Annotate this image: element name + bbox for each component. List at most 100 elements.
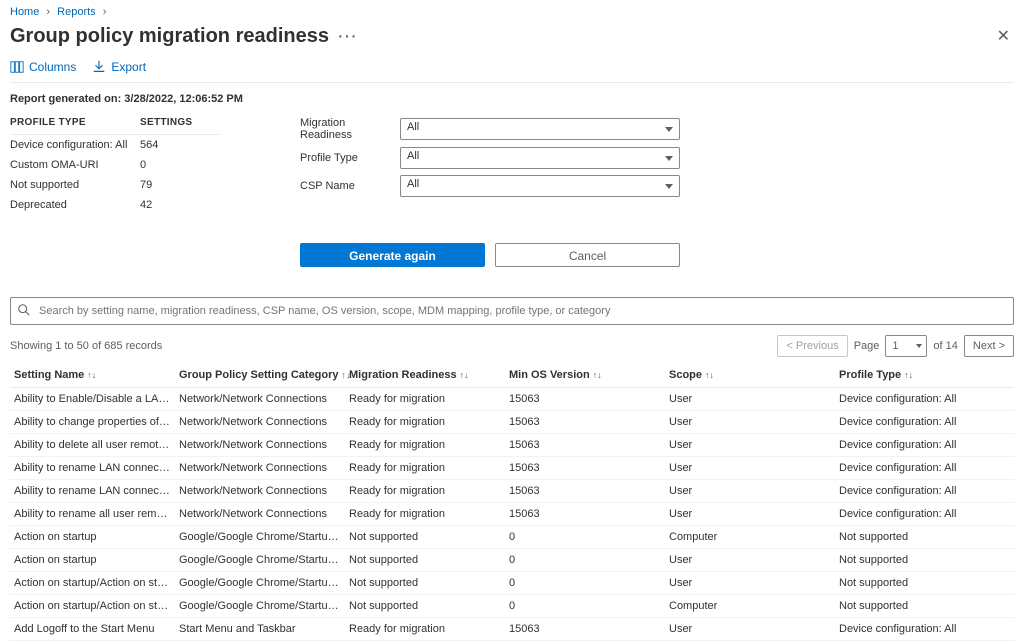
sort-icon: ↑↓ <box>705 370 714 380</box>
sort-icon: ↑↓ <box>904 370 913 380</box>
cell-category: Network/Network Connections <box>175 388 345 411</box>
summary-header-settings: SETTINGS <box>140 117 192 128</box>
cancel-button[interactable]: Cancel <box>495 243 680 267</box>
table-row[interactable]: Ability to Enable/Disable a LAN connecti… <box>10 388 1014 411</box>
breadcrumb-home[interactable]: Home <box>10 6 39 18</box>
cell-setting: Action on startup/Action on startup <box>10 595 175 618</box>
search-box[interactable] <box>10 297 1014 325</box>
cell-minos: 15063 <box>505 618 665 641</box>
summary-row-value: 42 <box>140 199 152 211</box>
table-row[interactable]: Ability to change properties of an all u… <box>10 411 1014 434</box>
cell-setting: Ability to rename LAN connections or rem… <box>10 480 175 503</box>
chevron-right-icon: › <box>99 6 111 18</box>
cell-profile: Device configuration: All <box>835 388 1014 411</box>
report-generated-label: Report generated on: 3/28/2022, 12:06:52… <box>10 83 1014 117</box>
cell-ready: Ready for migration <box>345 457 505 480</box>
export-label: Export <box>111 60 146 74</box>
columns-label: Columns <box>29 60 76 74</box>
search-input[interactable] <box>37 304 1007 318</box>
cell-profile: Device configuration: All <box>835 503 1014 526</box>
table-row[interactable]: Ability to rename all user remote access… <box>10 503 1014 526</box>
filter-migration-readiness-label: Migration Readiness <box>300 117 400 141</box>
cell-ready: Ready for migration <box>345 480 505 503</box>
summary-row-label: Device configuration: All <box>10 139 140 151</box>
cell-category: Network/Network Connections <box>175 457 345 480</box>
filter-profile-type-select[interactable]: All <box>400 147 680 169</box>
cell-profile: Not supported <box>835 572 1014 595</box>
cell-ready: Not supported <box>345 572 505 595</box>
table-row[interactable]: Ability to rename LAN connections or rem… <box>10 480 1014 503</box>
table-row[interactable]: Ability to rename LAN connectionsNetwork… <box>10 457 1014 480</box>
generate-again-button[interactable]: Generate again <box>300 243 485 267</box>
sort-icon: ↑↓ <box>460 370 469 380</box>
cell-profile: Device configuration: All <box>835 480 1014 503</box>
cell-setting: Action on startup/Action on startup <box>10 572 175 595</box>
download-icon <box>92 60 106 74</box>
cell-minos: 0 <box>505 549 665 572</box>
summary-row-value: 79 <box>140 179 152 191</box>
page-of-label: of 14 <box>933 340 957 352</box>
cell-scope: User <box>665 549 835 572</box>
table-row[interactable]: Action on startupGoogle/Google Chrome/St… <box>10 549 1014 572</box>
next-button[interactable]: Next > <box>964 335 1014 357</box>
cell-profile: Not supported <box>835 549 1014 572</box>
cell-setting: Ability to rename all user remote access… <box>10 503 175 526</box>
cell-scope: User <box>665 457 835 480</box>
cell-minos: 0 <box>505 595 665 618</box>
col-profile-type[interactable]: Profile Type↑↓ <box>835 363 1014 388</box>
cell-category: Network/Network Connections <box>175 480 345 503</box>
col-migration-readiness[interactable]: Migration Readiness↑↓ <box>345 363 505 388</box>
cell-ready: Ready for migration <box>345 388 505 411</box>
columns-button[interactable]: Columns <box>10 60 76 74</box>
table-row[interactable]: Add Logoff to the Start MenuStart Menu a… <box>10 618 1014 641</box>
col-setting-name[interactable]: Setting Name↑↓ <box>10 363 175 388</box>
page-select[interactable]: 1 <box>885 335 927 357</box>
cell-profile: Device configuration: All <box>835 434 1014 457</box>
filter-csp-name-select[interactable]: All <box>400 175 680 197</box>
table-row[interactable]: Action on startupGoogle/Google Chrome/St… <box>10 526 1014 549</box>
cell-setting: Action on startup <box>10 549 175 572</box>
cell-ready: Not supported <box>345 526 505 549</box>
cell-ready: Ready for migration <box>345 434 505 457</box>
table-row[interactable]: Action on startup/Action on startupGoogl… <box>10 595 1014 618</box>
page-title: Group policy migration readiness··· <box>10 25 357 48</box>
breadcrumb-reports[interactable]: Reports <box>57 6 96 18</box>
cell-setting: Ability to Enable/Disable a LAN connecti… <box>10 388 175 411</box>
more-icon[interactable]: ··· <box>329 25 357 47</box>
col-category[interactable]: Group Policy Setting Category↑↓ <box>175 363 345 388</box>
filters: Migration Readiness All Profile Type All… <box>300 117 680 267</box>
cell-scope: User <box>665 480 835 503</box>
cell-scope: User <box>665 388 835 411</box>
summary-row: Deprecated42 <box>10 195 220 215</box>
cell-category: Network/Network Connections <box>175 503 345 526</box>
cell-minos: 15063 <box>505 411 665 434</box>
col-min-os-version[interactable]: Min OS Version↑↓ <box>505 363 665 388</box>
export-button[interactable]: Export <box>92 60 146 74</box>
summary-row-label: Custom OMA-URI <box>10 159 140 171</box>
cell-scope: User <box>665 618 835 641</box>
cell-scope: Computer <box>665 526 835 549</box>
table-row[interactable]: Ability to delete all user remote access… <box>10 434 1014 457</box>
cell-profile: Not supported <box>835 526 1014 549</box>
cell-minos: 15063 <box>505 457 665 480</box>
close-icon[interactable]: ✕ <box>993 22 1014 50</box>
cell-profile: Not supported <box>835 595 1014 618</box>
page-title-text: Group policy migration readiness <box>10 25 329 47</box>
cell-setting: Action on startup <box>10 526 175 549</box>
columns-icon <box>10 60 24 74</box>
cell-ready: Not supported <box>345 549 505 572</box>
summary-row: Not supported79 <box>10 175 220 195</box>
cell-category: Network/Network Connections <box>175 434 345 457</box>
cell-minos: 15063 <box>505 503 665 526</box>
table-row[interactable]: Action on startup/Action on startupGoogl… <box>10 572 1014 595</box>
col-scope[interactable]: Scope↑↓ <box>665 363 835 388</box>
records-showing-label: Showing 1 to 50 of 685 records <box>10 340 162 352</box>
cell-scope: User <box>665 434 835 457</box>
cell-category: Google/Google Chrome/Startup pages <box>175 595 345 618</box>
cell-profile: Device configuration: All <box>835 411 1014 434</box>
sort-icon: ↑↓ <box>593 370 602 380</box>
previous-button[interactable]: < Previous <box>777 335 847 357</box>
summary-row: Device configuration: All564 <box>10 135 220 155</box>
cell-category: Google/Google Chrome/Startup pages <box>175 549 345 572</box>
filter-migration-readiness-select[interactable]: All <box>400 118 680 140</box>
